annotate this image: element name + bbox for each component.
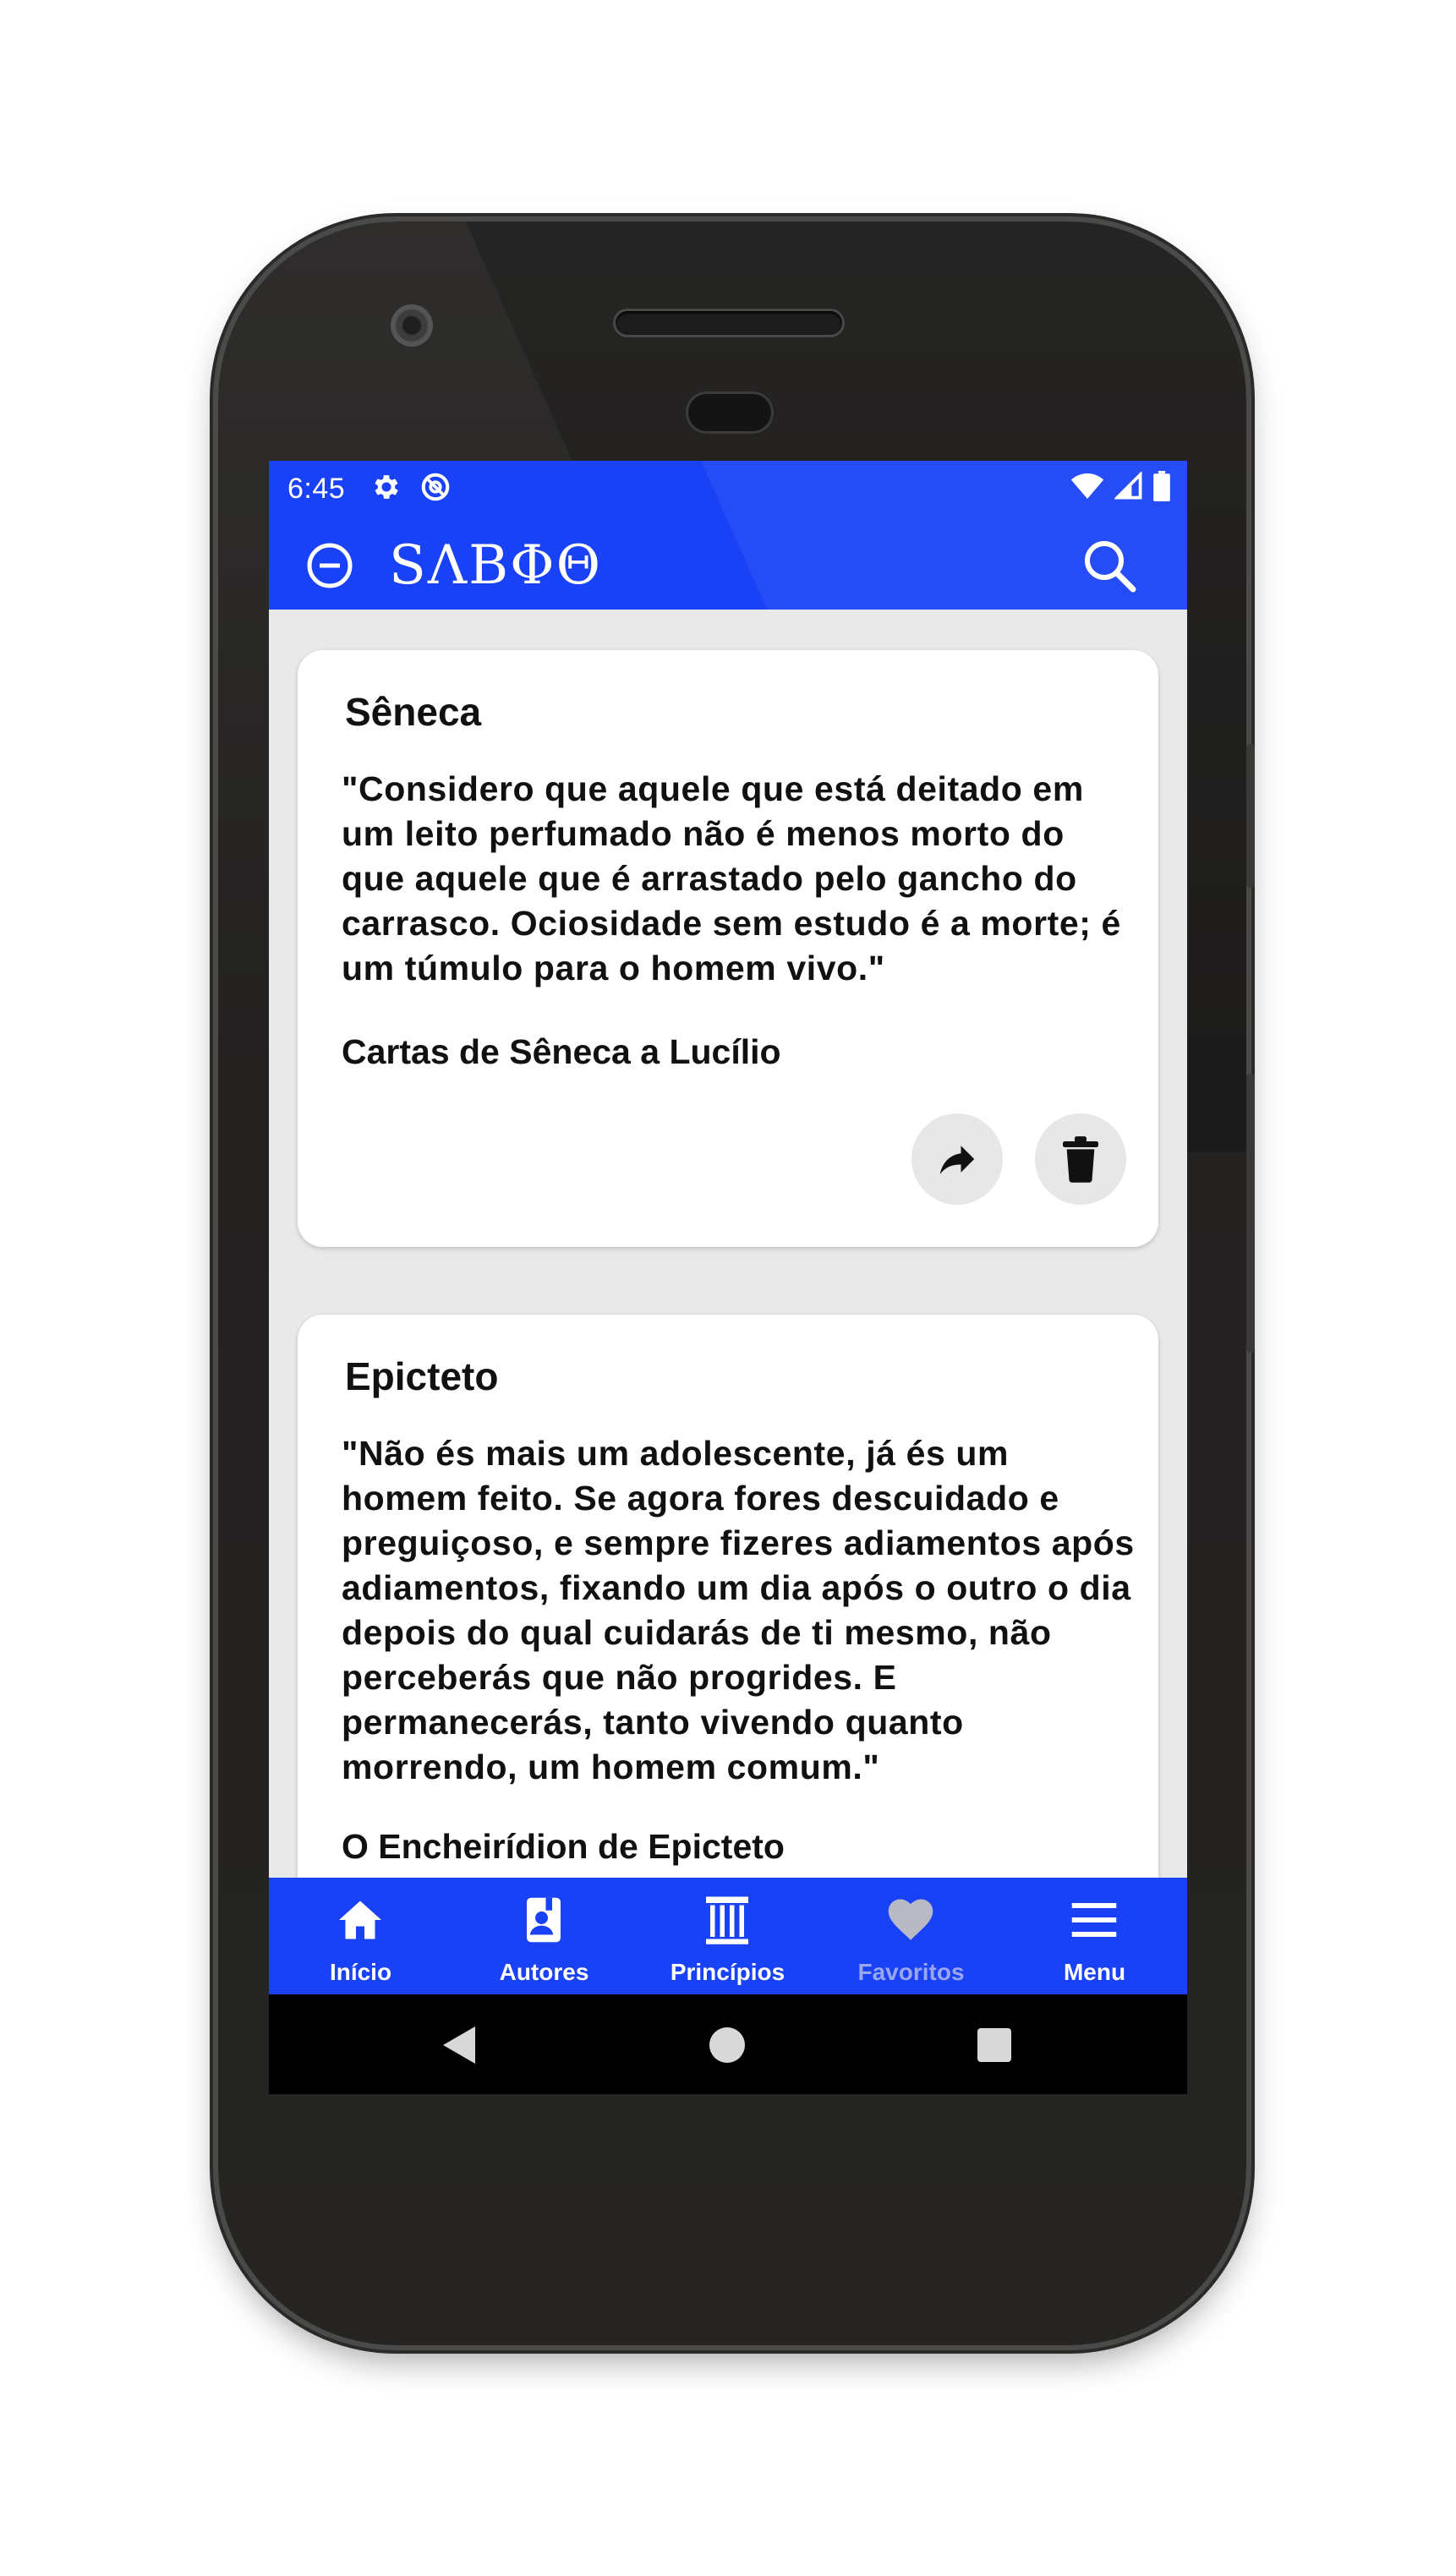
status-time: 6:45 <box>287 473 346 505</box>
share-icon <box>939 1146 975 1174</box>
nav-item-principios[interactable]: Princípios <box>636 1878 819 1994</box>
quote-card: Sêneca "Considero que aquele que está de… <box>298 650 1158 1247</box>
quote-source: O Encheirídion de Epicteto <box>342 1827 785 1866</box>
nav-item-favoritos[interactable]: Favoritos <box>819 1878 1003 1994</box>
front-camera <box>391 304 433 347</box>
nav-item-inicio[interactable]: Início <box>269 1878 452 1994</box>
quote-author: Sêneca <box>345 690 482 734</box>
battery-icon <box>1153 471 1170 501</box>
nav-label: Favoritos <box>857 1959 965 1985</box>
theta-logo-icon[interactable] <box>306 542 353 589</box>
quote-author: Epicteto <box>345 1354 499 1398</box>
earpiece-speaker <box>616 311 842 335</box>
quote-text: "Considero que aquele que está deitado e… <box>342 769 1121 987</box>
nav-item-autores[interactable]: Autores <box>452 1878 636 1994</box>
author-book-icon <box>527 1897 561 1943</box>
app-screen: 6:45 SΛBΦΘ Sêneca "Considero que aquele … <box>269 461 1187 2094</box>
back-icon[interactable] <box>443 2026 477 2064</box>
quote-card: Epicteto "Não és mais um adolescente, já… <box>298 1315 1158 1957</box>
app-title: SΛBΦΘ <box>389 534 603 597</box>
recents-icon[interactable] <box>977 2028 1011 2062</box>
status-bar: 6:45 <box>269 461 1187 513</box>
quote-source: Cartas de Sêneca a Lucílio <box>342 1032 781 1071</box>
favorites-list[interactable]: Sêneca "Considero que aquele que está de… <box>269 610 1187 1957</box>
nav-label: Início <box>329 1959 392 1985</box>
settings-icon <box>375 475 398 499</box>
proximity-sensor <box>688 394 771 431</box>
bottom-navigation: Início Autores Princípios Favoritos Menu <box>269 1878 1187 1994</box>
system-navigation-bar <box>269 1994 1187 2094</box>
power-button <box>1246 744 1255 888</box>
nav-label: Princípios <box>670 1959 785 1985</box>
home-circle-icon[interactable] <box>709 2026 746 2064</box>
column-icon <box>706 1896 748 1944</box>
volume-button <box>1246 1074 1255 1353</box>
wifi-icon <box>1070 473 1104 499</box>
search-icon[interactable] <box>1081 537 1138 594</box>
nav-label: Autores <box>499 1959 589 1985</box>
trash-icon <box>1063 1136 1098 1183</box>
nav-label: Menu <box>1063 1959 1126 1985</box>
home-icon <box>339 1901 381 1939</box>
share-button[interactable] <box>911 1113 1003 1205</box>
menu-icon <box>1071 1903 1117 1937</box>
quote-text: "Não és mais um adolescente, já és um ho… <box>342 1434 1135 1786</box>
delete-button[interactable] <box>1035 1113 1126 1205</box>
signal-icon <box>1114 472 1142 500</box>
heart-icon <box>888 1899 933 1940</box>
sync-off-icon <box>421 473 450 501</box>
nav-item-menu[interactable]: Menu <box>1003 1878 1186 1994</box>
